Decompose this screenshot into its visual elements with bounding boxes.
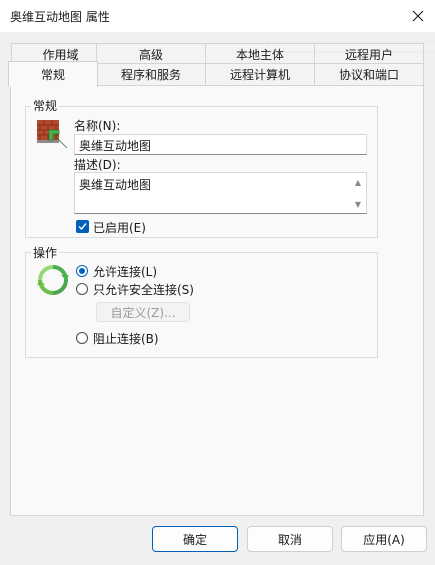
green-arrow-icon [48, 129, 68, 149]
watermark [266, 40, 435, 57]
scroll-up-icon[interactable]: ▲ [353, 177, 363, 187]
block-connection-radio[interactable] [76, 332, 88, 344]
scroll-down-icon[interactable]: ▼ [353, 199, 363, 209]
tab-protocols-ports[interactable]: 协议和端口 [314, 63, 424, 85]
enabled-checkbox[interactable] [76, 220, 89, 233]
close-button[interactable] [404, 3, 432, 29]
description-text: 奥维互动地图 [79, 178, 152, 192]
enabled-label[interactable]: 已启用(E) [93, 219, 146, 236]
allow-secure-radio[interactable] [76, 283, 88, 295]
checkmark-icon [78, 223, 87, 231]
allow-connection-radio[interactable] [76, 265, 88, 277]
tab-advanced[interactable]: 高级 [96, 43, 206, 65]
general-group-label: 常规 [31, 97, 60, 114]
allow-secure-label[interactable]: 只允许安全连接(S) [93, 281, 194, 298]
name-input[interactable]: 奥维互动地图 [74, 134, 367, 155]
firewall-brick-icon [37, 120, 68, 149]
block-connection-label[interactable]: 阻止连接(B) [93, 330, 159, 347]
action-group-label: 操作 [31, 244, 60, 261]
tab-general[interactable]: 常规 [8, 61, 98, 87]
apply-button[interactable]: 应用(A) [341, 526, 427, 552]
ok-button[interactable]: 确定 [152, 526, 238, 552]
description-label: 描述(D): [74, 158, 121, 172]
allow-connection-label[interactable]: 允许连接(L) [93, 263, 157, 280]
description-textarea[interactable]: 奥维互动地图 ▲ ▼ [74, 172, 367, 214]
customize-button[interactable]: 自定义(Z)... [96, 302, 190, 322]
tab-panel: 常规 名称(N): 奥维互动地图 描述(D): 奥维互动地图 ▲ ▼ 已启用(E… [10, 85, 424, 516]
tab-remote-computers[interactable]: 远程计算机 [205, 63, 315, 85]
window-title: 奥维互动地图 属性 [10, 10, 110, 24]
close-icon [412, 10, 424, 22]
name-label: 名称(N): [74, 119, 121, 133]
refresh-cycle-icon [37, 265, 69, 295]
cancel-button[interactable]: 取消 [247, 526, 333, 552]
tab-programs-services[interactable]: 程序和服务 [96, 63, 206, 85]
